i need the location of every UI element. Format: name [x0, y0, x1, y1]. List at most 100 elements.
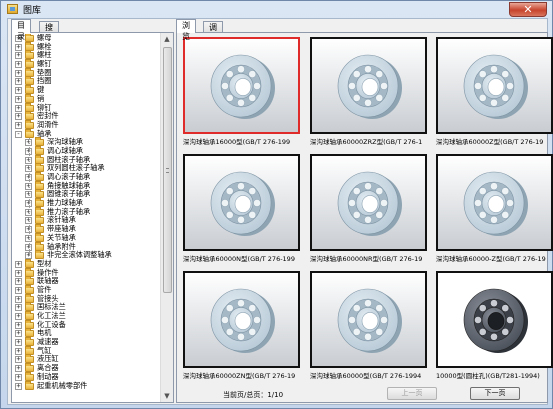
- tree-item[interactable]: + 联轴器: [13, 276, 161, 286]
- folder-icon: [25, 380, 34, 390]
- tree-item[interactable]: + 螺栓: [13, 41, 161, 52]
- bearing-card[interactable]: 深沟球轴承60000型(GB/T 276-1994: [310, 271, 428, 383]
- expand-icon[interactable]: +: [15, 286, 22, 294]
- bearing-thumbnail[interactable]: [436, 154, 553, 251]
- scroll-up-arrow-icon[interactable]: ▲: [161, 33, 173, 45]
- collapse-icon[interactable]: -: [15, 130, 22, 138]
- prev-page-button[interactable]: 上一页: [387, 387, 437, 400]
- tree-vertical-scrollbar[interactable]: ▲ ▼: [160, 33, 173, 402]
- expand-icon[interactable]: +: [15, 87, 22, 95]
- expand-icon[interactable]: +: [15, 321, 22, 329]
- tree-item[interactable]: + 国标法兰: [13, 302, 161, 312]
- tree-item[interactable]: + 离合器: [13, 363, 161, 373]
- bearing-card[interactable]: 深沟球轴承60000Z型(GB/T 276-19: [436, 37, 553, 149]
- bearing-card[interactable]: 深沟球轴承60000ZRZ型(GB/T 276-1: [310, 37, 428, 149]
- expand-icon[interactable]: +: [15, 69, 22, 77]
- expand-icon[interactable]: +: [15, 43, 22, 51]
- expand-icon[interactable]: +: [15, 356, 22, 364]
- bearing-thumbnail[interactable]: [436, 271, 553, 368]
- tree-item[interactable]: + 气缸: [13, 345, 161, 356]
- bearing-thumbnail[interactable]: [183, 271, 300, 368]
- catalog-tree[interactable]: +螺母+螺栓+螺柱+螺钉+垫圈+挡圈+键+销+铆钉+密封件+润滑件-轴承+深沟球…: [13, 34, 161, 402]
- bearing-card[interactable]: 深沟球轴承60000NR型(GB/T 276-19: [310, 154, 428, 266]
- expand-icon[interactable]: +: [15, 95, 22, 103]
- expand-icon[interactable]: +: [15, 269, 22, 277]
- bearing-thumbnail[interactable]: [436, 37, 553, 134]
- tree-item[interactable]: + 铆钉: [13, 102, 161, 113]
- client-area: 目录 搜索 +螺母+螺栓+螺柱+螺钉+垫圈+挡圈+键+销+铆钉+密封件+润滑件-…: [7, 18, 553, 405]
- bearing-card[interactable]: 深沟球轴承60000N型(GB/T 276-199: [183, 154, 301, 266]
- tree-item[interactable]: + 化工法兰: [13, 311, 161, 321]
- tree-item-label: 起重机械零部件: [37, 380, 88, 390]
- folder-icon: [25, 128, 34, 138]
- window-title: 图库: [23, 6, 42, 16]
- tree-item[interactable]: + 电机: [13, 328, 161, 338]
- expand-icon[interactable]: +: [15, 104, 22, 112]
- expand-icon[interactable]: +: [15, 113, 22, 121]
- expand-icon[interactable]: +: [15, 52, 22, 60]
- bearing-preview-image: [185, 273, 298, 366]
- tree-item[interactable]: + 润滑件: [13, 119, 161, 130]
- tree-item[interactable]: + 管接头: [13, 293, 161, 304]
- tree-item[interactable]: + 非完全滚体调整轴承: [13, 250, 161, 260]
- title-bar: 图库 ✕: [1, 1, 552, 17]
- bearing-preview-image: [312, 39, 425, 132]
- expand-icon[interactable]: +: [15, 295, 22, 303]
- bearing-card[interactable]: 深沟球轴承60000-Z型(GB/T 276-19: [436, 154, 553, 266]
- bearing-caption: 深沟球轴承16000型(GB/T 276-199: [183, 138, 291, 146]
- expand-icon[interactable]: +: [15, 278, 22, 286]
- bearing-preview-image: [438, 156, 551, 249]
- bearing-preview-image: [438, 273, 551, 366]
- bearing-caption: 深沟球轴承60000型(GB/T 276-1994: [310, 372, 422, 380]
- tree-item[interactable]: + 减速器: [13, 337, 161, 347]
- bearing-preview-image: [438, 39, 551, 132]
- tree-item[interactable]: + 制动器: [13, 371, 161, 382]
- expand-icon[interactable]: +: [15, 382, 22, 390]
- expand-icon[interactable]: +: [15, 304, 22, 312]
- expand-icon[interactable]: +: [15, 121, 22, 129]
- bearing-thumbnail[interactable]: [183, 37, 300, 134]
- scroll-down-arrow-icon[interactable]: ▼: [161, 390, 173, 402]
- expand-icon[interactable]: +: [15, 330, 22, 338]
- tree-item-label: 非完全滚体调整轴承: [47, 250, 112, 260]
- tree-item[interactable]: + 垫圈: [13, 67, 161, 78]
- scrollbar-grip-icon: [166, 168, 169, 173]
- tree-item[interactable]: + 化工设备: [13, 319, 161, 330]
- tree-item[interactable]: + 型材: [13, 258, 161, 269]
- tab-catalog[interactable]: 目录: [11, 19, 31, 41]
- expand-icon[interactable]: +: [15, 373, 22, 381]
- tree-item[interactable]: + 液压缸: [13, 354, 161, 364]
- tree-item[interactable]: + 管件: [13, 284, 161, 295]
- tree-item[interactable]: + 螺钉: [13, 59, 161, 69]
- next-page-button[interactable]: 下一页: [470, 387, 520, 400]
- expand-icon[interactable]: +: [15, 260, 22, 268]
- expand-icon[interactable]: +: [15, 61, 22, 69]
- expand-icon[interactable]: +: [15, 78, 22, 86]
- bearing-thumbnail[interactable]: [310, 154, 427, 251]
- bearing-card[interactable]: 10000型(圆柱孔)(GB/T281-1994): [436, 271, 553, 383]
- tree-item[interactable]: + 密封件: [13, 111, 161, 121]
- close-button[interactable]: ✕: [509, 2, 547, 17]
- tree-item[interactable]: + 操作件: [13, 267, 161, 278]
- bearing-card[interactable]: 深沟球轴承60000ZN型(GB/T 276-19: [183, 271, 301, 383]
- tree-item[interactable]: + 螺柱: [13, 50, 161, 60]
- bearing-caption: 10000型(圆柱孔)(GB/T281-1994): [436, 372, 540, 380]
- bearing-preview-image: [185, 156, 298, 249]
- tab-browse[interactable]: 浏览: [176, 19, 196, 41]
- scrollbar-thumb[interactable]: [163, 47, 172, 293]
- expand-icon[interactable]: +: [15, 365, 22, 373]
- expand-icon[interactable]: +: [15, 347, 22, 355]
- expand-icon[interactable]: +: [15, 339, 22, 347]
- tree-item[interactable]: + 起重机械零部件: [13, 380, 161, 391]
- tree-item[interactable]: + 挡圈: [13, 76, 161, 86]
- tree-item[interactable]: + 销: [13, 93, 161, 104]
- bearing-caption: 深沟球轴承60000-Z型(GB/T 276-19: [436, 255, 546, 263]
- tree-item[interactable]: + 键: [13, 85, 161, 95]
- bearing-thumbnail[interactable]: [310, 271, 427, 368]
- tree-item[interactable]: +螺母: [13, 34, 161, 43]
- expand-icon[interactable]: +: [15, 313, 22, 320]
- bearing-card[interactable]: 深沟球轴承16000型(GB/T 276-199: [183, 37, 301, 149]
- gallery-window: 图库 ✕ 目录 搜索 +螺母+螺栓+螺柱+螺钉+垫圈+挡圈+键+销+铆钉+密封件…: [0, 0, 553, 409]
- bearing-thumbnail[interactable]: [183, 154, 300, 251]
- bearing-thumbnail[interactable]: [310, 37, 427, 134]
